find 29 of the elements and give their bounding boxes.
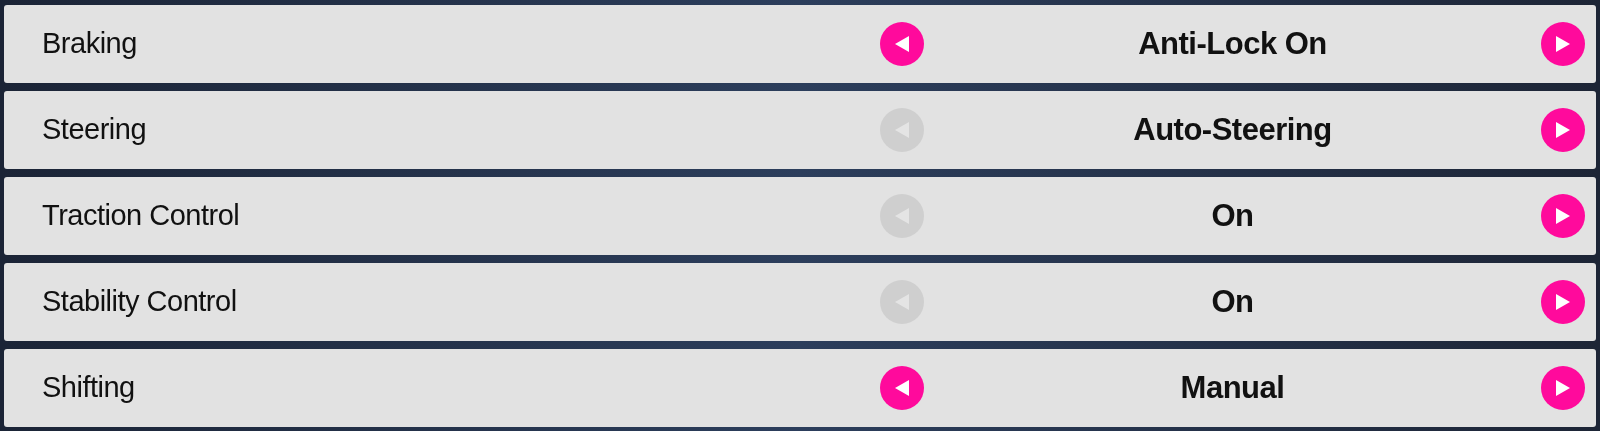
setting-value: Anti-Lock On xyxy=(1138,24,1327,63)
setting-row[interactable]: Steering Auto-Steering xyxy=(4,91,1596,169)
setting-label: Steering xyxy=(42,112,147,148)
left-triangle-icon xyxy=(894,35,910,53)
right-triangle-icon xyxy=(1555,207,1571,225)
setting-label: Stability Control xyxy=(42,284,238,320)
setting-value: Manual xyxy=(1180,368,1285,407)
setting-value: On xyxy=(1211,196,1254,235)
next-option-button[interactable] xyxy=(1541,280,1585,324)
right-triangle-icon xyxy=(1555,293,1571,311)
setting-label: Traction Control xyxy=(42,198,241,234)
previous-option-button[interactable] xyxy=(880,366,924,410)
next-option-button[interactable] xyxy=(1541,194,1585,238)
setting-label: Shifting xyxy=(42,370,136,406)
right-triangle-icon xyxy=(1555,379,1571,397)
setting-label: Braking xyxy=(42,26,138,62)
right-triangle-icon xyxy=(1555,121,1571,139)
setting-value: Auto-Steering xyxy=(1133,110,1332,149)
setting-row[interactable]: Braking Anti-Lock On xyxy=(4,5,1596,83)
setting-value: On xyxy=(1211,282,1254,321)
previous-option-button[interactable] xyxy=(880,22,924,66)
setting-row[interactable]: Traction Control On xyxy=(4,177,1596,255)
right-triangle-icon xyxy=(1555,35,1571,53)
next-option-button[interactable] xyxy=(1541,22,1585,66)
setting-row[interactable]: Stability Control On xyxy=(4,263,1596,341)
left-triangle-icon xyxy=(894,379,910,397)
setting-row[interactable]: Shifting Manual xyxy=(4,349,1596,427)
next-option-button[interactable] xyxy=(1541,108,1585,152)
next-option-button[interactable] xyxy=(1541,366,1585,410)
